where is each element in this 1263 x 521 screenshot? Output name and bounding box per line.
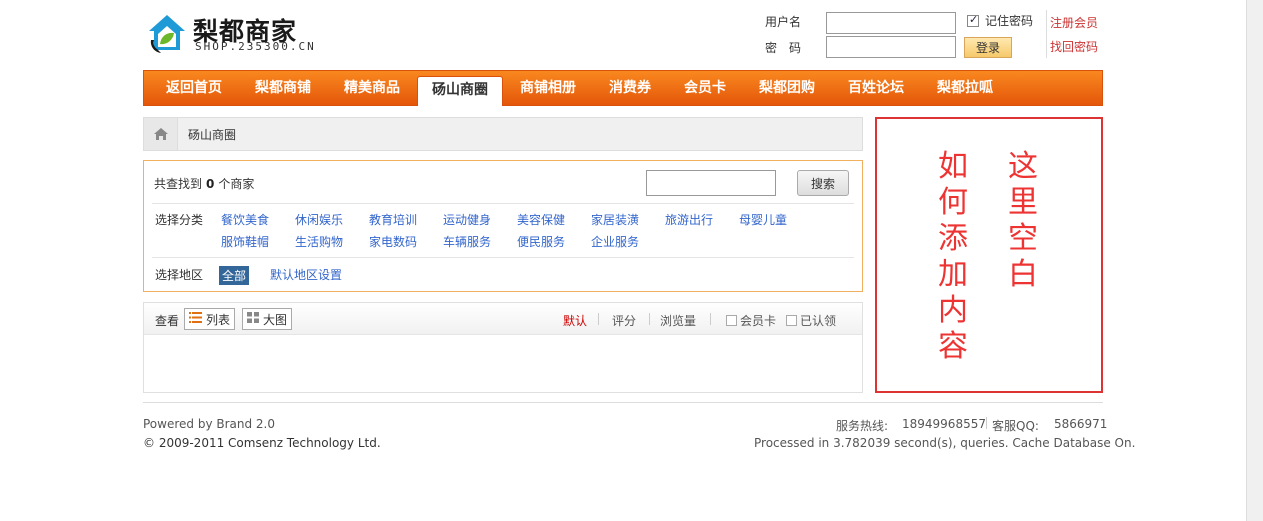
remember-checkbox[interactable]	[967, 13, 979, 27]
footer-divider-small	[986, 417, 987, 429]
breadcrumb: 砀山商圈	[143, 117, 863, 151]
category-link[interactable]: 餐饮美食	[221, 211, 269, 228]
home-icon[interactable]	[144, 118, 178, 150]
filter-panel: 共查找到 0 个商家 搜索 选择分类 餐饮美食 休闲娱乐 教育培训 运动健身 美容保…	[143, 160, 863, 292]
sort-divider	[710, 313, 711, 325]
filter-verified[interactable]: 已认领	[786, 312, 836, 329]
list-view-label: 列表	[206, 312, 231, 327]
membercard-label: 会员卡	[740, 314, 777, 328]
search-button[interactable]: 搜索	[797, 170, 849, 196]
sort-divider	[649, 313, 650, 325]
hotline-number: 18949968557	[902, 417, 986, 431]
grid-view-label: 大图	[263, 312, 288, 327]
placeholder-text-left: 如 何 添 加 内 容	[938, 149, 968, 364]
register-link[interactable]: 注册会员	[1050, 14, 1098, 31]
grid-view-button[interactable]: 大图	[242, 308, 293, 330]
login-button[interactable]: 登录	[964, 37, 1012, 58]
result-count-prefix: 共查找到	[154, 177, 203, 191]
footer-divider	[143, 402, 1103, 403]
sort-rating-link[interactable]: 评分	[612, 312, 636, 329]
divider	[152, 203, 854, 204]
password-label: 密 码	[765, 41, 802, 55]
nav-item-district[interactable]: 砀山商圈	[417, 76, 503, 106]
membercard-checkbox[interactable]	[726, 315, 737, 326]
list-view-button[interactable]: 列表	[184, 308, 236, 330]
footer-powered: Powered by Brand 2.0	[143, 417, 276, 431]
forgot-password-link[interactable]: 找回密码	[1050, 38, 1098, 55]
sort-default-link[interactable]: 默认	[563, 312, 587, 329]
remember-password[interactable]: 记住密码	[967, 12, 1033, 29]
verified-checkbox[interactable]	[786, 315, 797, 326]
username-input[interactable]	[826, 12, 956, 34]
nav-item-forum[interactable]: 百姓论坛	[832, 71, 920, 105]
category-link[interactable]: 家居装潢	[591, 211, 639, 228]
password-input[interactable]	[826, 36, 956, 58]
list-icon	[189, 312, 202, 326]
category-link[interactable]: 服饰鞋帽	[221, 233, 269, 250]
username-label: 用户名	[765, 15, 802, 29]
qq-label: 客服QQ:	[992, 419, 1039, 433]
category-link[interactable]: 美容保健	[517, 211, 565, 228]
category-link[interactable]: 母婴儿童	[739, 211, 787, 228]
main-nav: 返回首页 梨都商铺 精美商品 砀山商圈 商铺相册 消费券 会员卡 梨都团购 百姓…	[143, 70, 1103, 106]
result-count-number: 0	[206, 177, 215, 191]
house-leaf-icon	[149, 15, 185, 53]
divider	[152, 257, 854, 258]
login-divider	[1046, 10, 1047, 58]
region-all-link[interactable]: 全部	[219, 266, 250, 285]
view-label: 查看	[155, 314, 180, 328]
category-link[interactable]: 便民服务	[517, 233, 565, 250]
category-link[interactable]: 家电数码	[369, 233, 417, 250]
sort-views-link[interactable]: 浏览量	[660, 312, 696, 329]
login-form: 用户名 记住密码 密 码 登录 注册会员 找回密码	[763, 10, 1103, 60]
nav-item-products[interactable]: 精美商品	[328, 71, 416, 105]
category-link[interactable]: 生活购物	[295, 233, 343, 250]
category-link[interactable]: 旅游出行	[665, 211, 713, 228]
verified-label: 已认领	[800, 314, 837, 328]
remember-label: 记住密码	[985, 14, 1034, 28]
nav-item-coupons[interactable]: 消费券	[593, 71, 667, 105]
filter-membercard[interactable]: 会员卡	[726, 312, 776, 329]
category-link[interactable]: 企业服务	[591, 233, 639, 250]
logo-subtitle: SHOP.235300.CN	[195, 40, 316, 53]
category-link[interactable]: 休闲娱乐	[295, 211, 343, 228]
results-panel: 查看 列表 大图 默认 评分 浏览量 会员卡 已认领	[143, 302, 863, 393]
results-toolbar: 查看 列表 大图 默认 评分 浏览量 会员卡 已认领	[144, 303, 862, 335]
nav-item-groupbuy[interactable]: 梨都团购	[743, 71, 831, 105]
sort-divider	[598, 313, 599, 325]
footer-copyright: © 2009-2011 Comsenz Technology Ltd.	[143, 436, 381, 450]
qq-number: 5866971	[1054, 417, 1108, 431]
region-settings-link[interactable]: 默认地区设置	[270, 266, 342, 283]
sidebar-placeholder: 如 何 添 加 内 容 这 里 空 白	[875, 117, 1103, 393]
category-link[interactable]: 运动健身	[443, 211, 491, 228]
category-link[interactable]: 车辆服务	[443, 233, 491, 250]
nav-item-albums[interactable]: 商铺相册	[504, 71, 592, 105]
category-label: 选择分类	[155, 213, 204, 227]
hotline-label: 服务热线:	[836, 419, 889, 433]
region-label: 选择地区	[155, 268, 204, 282]
category-link[interactable]: 教育培训	[369, 211, 417, 228]
search-input[interactable]	[646, 170, 776, 196]
breadcrumb-current: 砀山商圈	[188, 128, 237, 142]
nav-item-home[interactable]: 返回首页	[150, 71, 238, 105]
nav-item-shops[interactable]: 梨都商铺	[239, 71, 327, 105]
placeholder-text-right: 这 里 空 白	[1008, 149, 1038, 292]
site-logo[interactable]: 梨都商家 SHOP.235300.CN	[143, 10, 343, 58]
vertical-scrollbar[interactable]	[1246, 0, 1263, 521]
nav-item-chat[interactable]: 梨都拉呱	[921, 71, 1009, 105]
footer-processed: Processed in 3.782039 second(s), queries…	[754, 436, 1136, 450]
result-count: 共查找到 0 个商家	[154, 175, 254, 192]
result-count-suffix: 个商家	[218, 177, 255, 191]
grid-icon	[247, 312, 259, 326]
nav-item-membercards[interactable]: 会员卡	[668, 71, 742, 105]
